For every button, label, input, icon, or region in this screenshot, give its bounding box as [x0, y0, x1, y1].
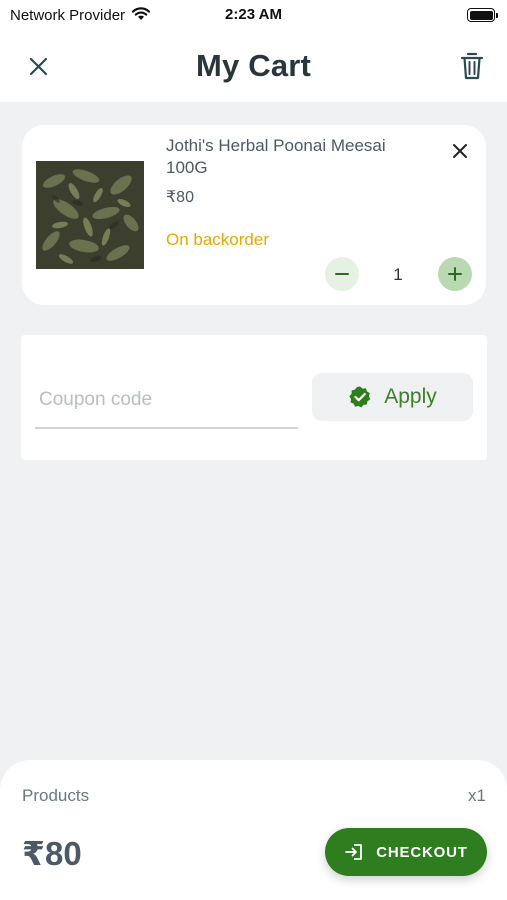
product-name[interactable]: Jothi's Herbal Poonai Meesai 100G	[166, 135, 426, 179]
coupon-code-input[interactable]	[35, 373, 298, 429]
remove-item-icon[interactable]	[450, 141, 470, 161]
verified-badge-icon	[349, 386, 371, 408]
order-summary-panel: Products x1 ₹80 CHECKOUT	[0, 760, 507, 900]
decrease-quantity-button[interactable]	[325, 257, 359, 291]
products-label: Products	[22, 786, 90, 805]
product-image[interactable]	[36, 161, 144, 269]
stock-status: On backorder	[166, 230, 269, 249]
coupon-card: Apply	[21, 335, 487, 460]
status-time: 2:23 AM	[225, 6, 282, 23]
products-count: x1	[468, 786, 486, 805]
total-price: ₹80	[22, 835, 82, 872]
app-header: My Cart	[0, 30, 507, 102]
apply-coupon-button[interactable]: Apply	[312, 373, 473, 421]
trash-icon[interactable]	[457, 50, 487, 82]
page-title: My Cart	[195, 48, 312, 83]
cart-item-card: Jothi's Herbal Poonai Meesai 100G ₹80 On…	[22, 125, 486, 305]
checkout-button-label: CHECKOUT	[376, 843, 468, 861]
apply-button-label: Apply	[384, 385, 437, 408]
battery-icon	[467, 8, 498, 22]
increase-quantity-button[interactable]	[438, 257, 472, 291]
plus-icon	[448, 267, 462, 281]
checkout-button[interactable]: CHECKOUT	[325, 828, 487, 876]
minus-icon	[335, 273, 349, 275]
quantity-value: 1	[393, 265, 403, 284]
login-arrow-icon	[345, 844, 363, 860]
product-price: ₹80	[166, 189, 194, 206]
status-bar: Network Provider 2:23 AM	[0, 0, 507, 30]
